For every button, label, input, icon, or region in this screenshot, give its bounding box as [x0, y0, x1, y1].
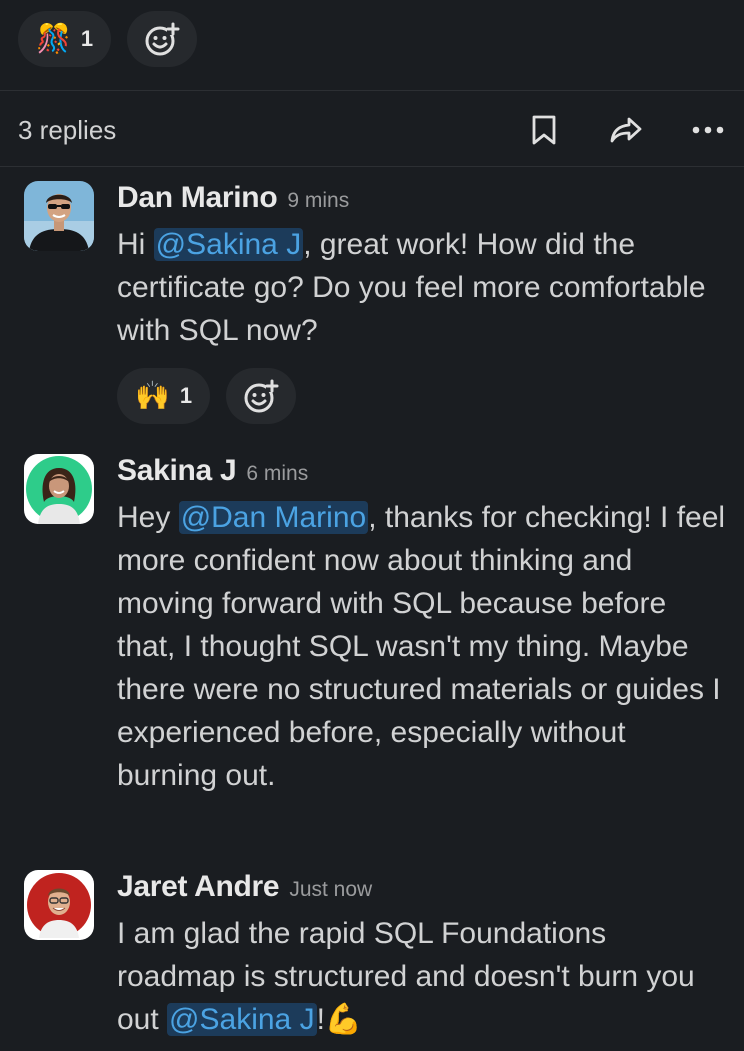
user-avatar-image — [24, 181, 94, 251]
thread-actions — [524, 110, 728, 150]
message-text: Hey @Dan Marino, thanks for checking! I … — [117, 496, 727, 797]
message-text-part: , thanks for checking! I feel more confi… — [117, 501, 726, 792]
user-avatar-image — [24, 870, 94, 940]
add-emoji-icon — [145, 22, 180, 56]
reactions-bar: 🎊 1 — [18, 11, 198, 67]
user-avatar-image — [24, 454, 94, 524]
divider — [0, 166, 744, 167]
author-name[interactable]: Dan Marino — [117, 181, 278, 215]
party-reaction-button[interactable]: 🎊 1 — [18, 11, 112, 67]
avatar[interactable] — [24, 181, 94, 251]
add-reaction-button[interactable] — [127, 11, 198, 67]
message-timestamp[interactable]: Just now — [289, 878, 372, 902]
share-button[interactable] — [606, 110, 646, 150]
reaction-count: 1 — [179, 383, 193, 408]
raised-hands-icon: 🙌 — [135, 380, 170, 411]
bookmark-button[interactable] — [524, 110, 564, 150]
mention-link[interactable]: @Dan Marino — [178, 501, 369, 534]
avatar[interactable] — [24, 454, 94, 524]
add-reaction-button[interactable] — [226, 368, 297, 424]
bookmark-icon — [532, 115, 556, 145]
mention-link[interactable]: @Sakina J — [153, 228, 304, 261]
author-name[interactable]: Jaret Andre — [117, 870, 280, 904]
more-button[interactable] — [688, 110, 728, 150]
message-text: I am glad the rapid SQL Foundations road… — [117, 912, 727, 1041]
message-text: Hi @Sakina J, great work! How did the ce… — [117, 223, 727, 352]
thread-view: 🎊 1 3 replies Dan Marino 9 mins Hi @Saki… — [0, 0, 744, 1051]
mention-link[interactable]: @Sakina J — [167, 1003, 317, 1036]
message-timestamp[interactable]: 6 mins — [246, 462, 308, 486]
message-text-part: Hi — [117, 228, 154, 261]
add-emoji-icon — [244, 379, 279, 413]
message-text-part: ! — [316, 1003, 325, 1036]
share-icon — [610, 117, 642, 143]
avatar[interactable] — [24, 870, 94, 940]
flexed-biceps-icon: 💪 — [324, 1003, 363, 1036]
party-popper-icon: 🎊 — [36, 23, 71, 54]
message-timestamp[interactable]: 9 mins — [287, 189, 349, 213]
more-horizontal-icon — [692, 126, 724, 134]
message-text-part: Hey — [117, 501, 179, 534]
message-reactions: 🙌 1 — [117, 368, 727, 424]
replies-count: 3 replies — [18, 115, 117, 145]
raised-hands-reaction-button[interactable]: 🙌 1 — [117, 368, 211, 424]
author-name[interactable]: Sakina J — [117, 454, 237, 488]
reaction-count: 1 — [80, 26, 94, 51]
replies-header: 3 replies — [18, 110, 728, 150]
divider — [0, 90, 744, 91]
